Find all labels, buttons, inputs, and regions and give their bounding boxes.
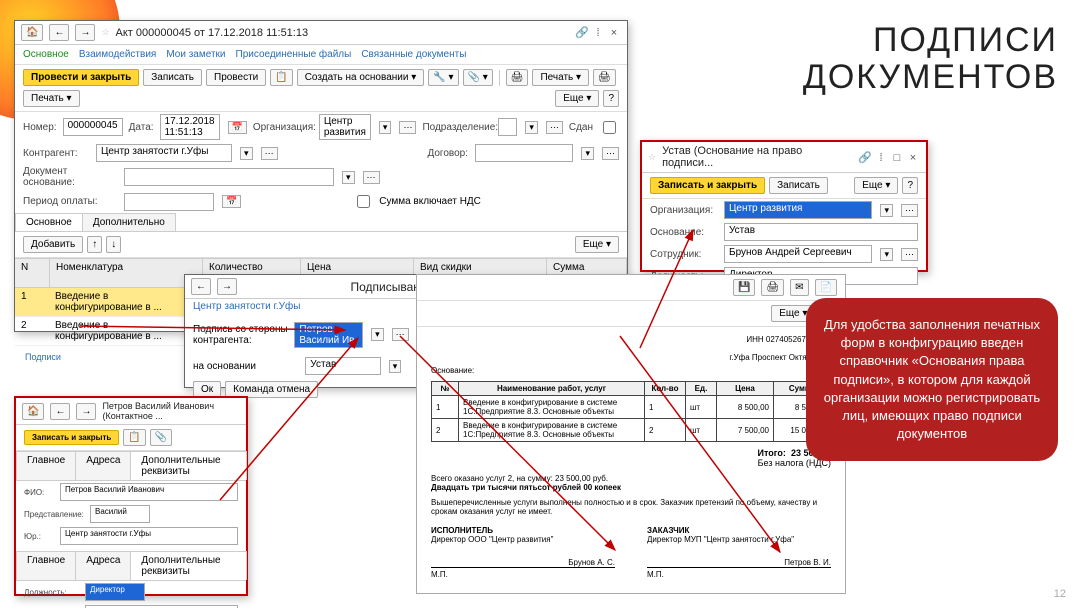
print2-icon[interactable]: 🖨 xyxy=(593,69,616,86)
ustav-save-close[interactable]: Записать и закрыть xyxy=(650,177,765,194)
more2-button[interactable]: Еще ▾ xyxy=(575,236,619,253)
add-button[interactable]: Добавить xyxy=(23,236,83,253)
vat-checkbox[interactable] xyxy=(357,195,370,208)
back2-icon[interactable]: ← xyxy=(191,278,211,295)
print-doc: 💾 🖨 ✉ 📄 Еще ▾ ? ИНН 0274052674, КПП45345… xyxy=(416,274,846,594)
org-label: Организация: xyxy=(253,122,313,133)
tab-main[interactable]: Основное xyxy=(23,49,69,60)
doc-print-icon[interactable]: 🖨 xyxy=(761,279,784,296)
star2-icon[interactable]: ☆ xyxy=(648,152,656,163)
help2-icon[interactable]: ? xyxy=(603,90,619,107)
subtab-main[interactable]: Основное xyxy=(15,213,83,231)
tab-linked[interactable]: Связанные документы xyxy=(361,49,466,60)
create-based-button[interactable]: Создать на основании ▾ xyxy=(297,69,425,86)
ustav-osn[interactable]: Устав xyxy=(724,223,918,241)
contact-dolzh[interactable]: Директор xyxy=(85,583,145,601)
date-input[interactable]: 17.12.2018 11:51:13 xyxy=(160,114,220,140)
tab-inter[interactable]: Взаимодействия xyxy=(79,49,157,60)
ustav-title: Устав (Основание на право подписи... xyxy=(662,145,850,169)
close-icon[interactable]: × xyxy=(607,27,621,39)
star-icon[interactable]: ☆ xyxy=(101,27,109,38)
down-icon[interactable]: ↓ xyxy=(106,236,121,253)
fwd2-icon[interactable]: → xyxy=(217,278,237,295)
tab-files[interactable]: Присоединенные файлы xyxy=(236,49,352,60)
print2-button[interactable]: Печать ▾ xyxy=(23,90,80,107)
dog-input[interactable] xyxy=(475,144,574,162)
contr-signer-input[interactable]: Петров Василий Ив xyxy=(294,322,363,348)
post-button[interactable]: Провести xyxy=(206,69,266,86)
subdiv-input[interactable] xyxy=(498,118,517,136)
fwd-icon[interactable]: → xyxy=(75,24,95,41)
doc-zoom-icon[interactable]: 📄 xyxy=(815,279,837,296)
doc-table: №Наименование работ, услугКол-воЕд.ЦенаС… xyxy=(431,381,831,442)
date-label: Дата: xyxy=(129,122,154,133)
send-checkbox[interactable] xyxy=(603,121,616,134)
back-icon[interactable]: ← xyxy=(49,24,69,41)
link-icon[interactable]: 🔗 xyxy=(575,26,589,39)
more-button[interactable]: Еще ▾ xyxy=(555,90,599,107)
docosn-input[interactable] xyxy=(124,168,334,186)
post-close-button[interactable]: Провести и закрыть xyxy=(23,69,139,86)
ustav-more[interactable]: Еще ▾ xyxy=(854,177,898,194)
help-icon[interactable]: ⁞ xyxy=(591,27,605,39)
contact-window: 🏠←→ Петров Василий Иванович (Контактное … xyxy=(14,396,248,596)
signatures-link[interactable]: Подписи xyxy=(25,352,61,362)
number-input[interactable]: 000000045 xyxy=(63,118,123,136)
home-icon[interactable]: 🏠 xyxy=(21,24,43,41)
doc-save-icon[interactable]: 💾 xyxy=(733,279,755,296)
slide-title: ПОДПИСИДОКУМЕНТОВ xyxy=(803,22,1058,97)
contr-label: Контрагент: xyxy=(23,148,90,159)
tool1-icon[interactable]: 🔧 ▾ xyxy=(428,69,458,86)
period-input[interactable] xyxy=(124,193,214,211)
tab-notes[interactable]: Мои заметки xyxy=(166,49,225,60)
date-picker-icon[interactable]: 📅 xyxy=(228,121,247,134)
page-number: 12 xyxy=(1054,588,1066,600)
print-icon[interactable]: 🖨 xyxy=(506,69,529,86)
org-input[interactable]: Центр развития xyxy=(319,114,371,140)
up-icon[interactable]: ↑ xyxy=(87,236,102,253)
contr-input[interactable]: Центр занятости г.Уфы xyxy=(96,144,232,162)
window-title: Акт 000000045 от 17.12.2018 11:51:13 xyxy=(116,27,567,39)
print-button[interactable]: Печать ▾ xyxy=(532,69,589,86)
act-tabs: Основное Взаимодействия Мои заметки Прис… xyxy=(15,45,627,65)
ustav-org[interactable]: Центр развития xyxy=(724,201,872,219)
number-label: Номер: xyxy=(23,122,57,133)
signer-org1[interactable]: Центр занятости г.Уфы xyxy=(193,301,300,312)
ustav-window: ☆ Устав (Основание на право подписи... 🔗… xyxy=(640,140,928,272)
doc-mail-icon[interactable]: ✉ xyxy=(790,279,808,296)
ustav-sotr[interactable]: Брунов Андрей Сергеевич xyxy=(724,245,872,263)
contact-save-close[interactable]: Записать и закрыть xyxy=(24,430,119,445)
save-button[interactable]: Записать xyxy=(143,69,202,86)
subdiv-label: Подразделение: xyxy=(422,122,492,133)
subtab-extra[interactable]: Дополнительно xyxy=(82,213,176,231)
tool2-icon[interactable]: 📎 ▾ xyxy=(463,69,493,86)
base1-input[interactable]: Устав xyxy=(305,357,380,375)
ustav-save[interactable]: Записать xyxy=(769,177,828,194)
posting-icon[interactable]: 📋 xyxy=(270,69,292,86)
callout: Для удобства заполнения печатных форм в … xyxy=(806,298,1058,461)
